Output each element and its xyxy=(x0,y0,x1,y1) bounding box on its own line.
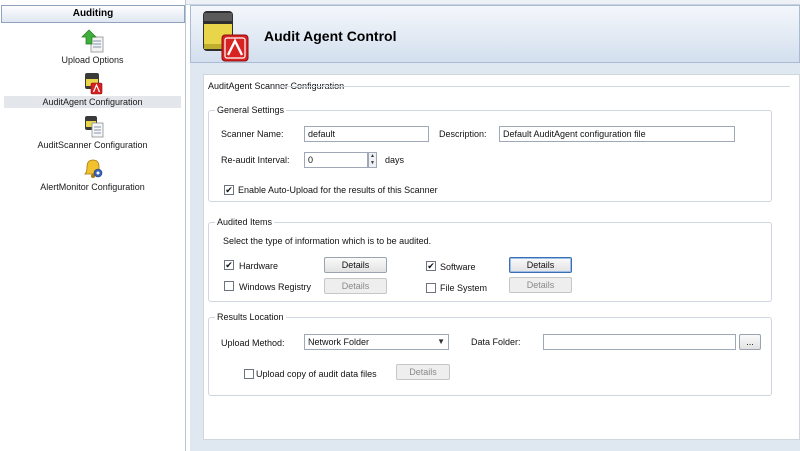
up-arrow-icon[interactable]: ▲ xyxy=(369,153,376,160)
reaudit-interval-label: Re-audit Interval: xyxy=(221,155,290,165)
audited-items-instruction: Select the type of information which is … xyxy=(223,236,432,246)
page-header: Audit Agent Control xyxy=(190,5,800,63)
software-details-button[interactable]: Details xyxy=(509,257,572,273)
group-divider xyxy=(280,86,790,87)
alert-bell-icon xyxy=(83,159,102,178)
software-label: Software xyxy=(440,262,476,272)
hardware-checkbox[interactable]: ✔ xyxy=(224,260,234,270)
sidebar-item-auditscanner-configuration[interactable]: AuditScanner Configuration xyxy=(4,113,181,153)
file-system-label: File System xyxy=(440,283,488,293)
hardware-label: Hardware xyxy=(239,261,279,271)
content-area: AuditAgent Scanner Configuration General… xyxy=(190,63,800,451)
general-settings-title: General Settings xyxy=(217,105,285,115)
reaudit-interval-stepper[interactable]: ▲ ▼ xyxy=(368,152,377,168)
data-folder-input[interactable] xyxy=(543,334,736,350)
data-folder-label: Data Folder: xyxy=(471,337,521,347)
description-label: Description: xyxy=(439,129,487,139)
sidebar-item-label: AlertMonitor Configuration xyxy=(40,182,145,192)
file-system-checkbox[interactable] xyxy=(426,283,436,293)
sidebar-header[interactable]: Auditing xyxy=(1,5,185,23)
sidebar-item-label: AuditAgent Configuration xyxy=(4,96,181,108)
windows-registry-details-button[interactable]: Details xyxy=(324,278,387,294)
sidebar-item-label: Upload Options xyxy=(61,55,124,65)
upload-method-select[interactable]: Network Folder ▼ xyxy=(304,334,449,350)
software-checkbox[interactable]: ✔ xyxy=(426,261,436,271)
results-location-title: Results Location xyxy=(217,312,284,322)
upload-method-label: Upload Method: xyxy=(221,338,285,348)
sidebar: Auditing Upload Options AuditAgent Confi… xyxy=(0,0,186,451)
scanner-name-input[interactable]: default xyxy=(304,126,429,142)
scanner-name-label: Scanner Name: xyxy=(221,129,284,139)
hardware-details-button[interactable]: Details xyxy=(324,257,387,273)
configuration-panel: AuditAgent Scanner Configuration General… xyxy=(203,74,800,440)
audited-items-title: Audited Items xyxy=(217,217,273,227)
upload-arrow-icon xyxy=(80,29,103,53)
sidebar-item-auditagent-configuration[interactable]: AuditAgent Configuration xyxy=(4,70,181,110)
auto-upload-label: Enable Auto-Upload for the results of th… xyxy=(238,185,438,195)
description-input[interactable]: Default AuditAgent configuration file xyxy=(499,126,735,142)
auto-upload-checkbox[interactable]: ✔ xyxy=(224,185,234,195)
sidebar-item-label: AuditScanner Configuration xyxy=(37,140,148,150)
results-location-group: Results Location xyxy=(208,312,772,396)
audit-agent-icon xyxy=(84,73,102,95)
upload-method-value: Network Folder xyxy=(308,337,370,347)
reaudit-unit-label: days xyxy=(385,155,405,165)
chevron-down-icon[interactable]: ▼ xyxy=(437,335,445,349)
windows-registry-checkbox[interactable] xyxy=(224,281,234,291)
upload-copy-label: Upload copy of audit data files xyxy=(256,369,377,379)
page-title: Audit Agent Control xyxy=(264,28,397,44)
upload-copy-checkbox[interactable] xyxy=(244,369,254,379)
sidebar-item-upload-options[interactable]: Upload Options xyxy=(4,28,181,68)
windows-registry-label: Windows Registry xyxy=(239,282,312,292)
browse-button[interactable]: ... xyxy=(739,334,761,350)
audit-agent-large-icon xyxy=(203,11,249,62)
upload-copy-details-button[interactable]: Details xyxy=(396,364,450,380)
sidebar-item-alertmonitor-configuration[interactable]: AlertMonitor Configuration xyxy=(4,155,181,195)
reaudit-interval-input[interactable]: 0 xyxy=(304,152,368,168)
audit-scanner-icon xyxy=(84,116,103,138)
file-system-details-button[interactable]: Details xyxy=(509,277,572,293)
down-arrow-icon[interactable]: ▼ xyxy=(369,160,376,167)
